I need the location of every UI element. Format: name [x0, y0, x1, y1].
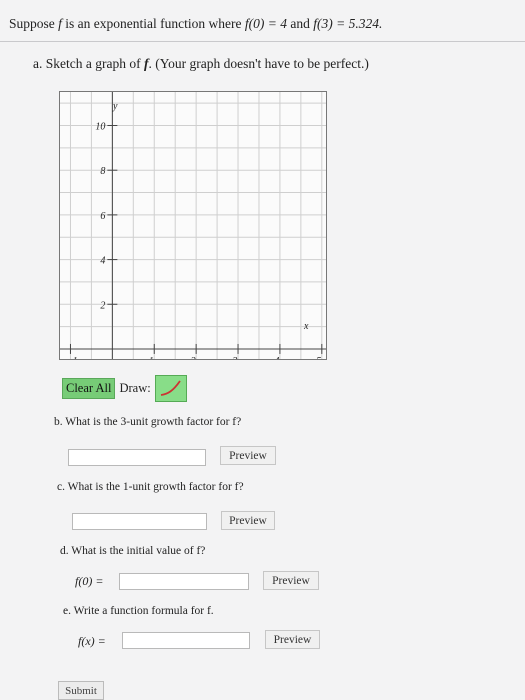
curve-tool-button[interactable] — [154, 374, 187, 402]
x-tick-label: -1 — [69, 356, 77, 359]
part-c-answer-input[interactable] — [72, 513, 207, 530]
part-e-question: e. Write a function formula for f. — [63, 605, 214, 617]
problem-and: and — [286, 16, 314, 31]
draw-label: Draw: — [119, 380, 151, 395]
problem-middle: is an exponential function where — [61, 16, 245, 31]
y-tick-label: 2 — [100, 300, 105, 311]
part-a-prefix: a. Sketch a graph of — [33, 56, 144, 71]
part-a-suffix: . (Your graph doesn't have to be perfect… — [148, 56, 369, 71]
part-b-preview-button[interactable]: Preview — [220, 446, 276, 465]
part-b-answer-input[interactable] — [68, 449, 206, 466]
problem-prefix: Suppose — [9, 16, 59, 31]
y-axis-label: y — [112, 101, 118, 112]
x-axis-label: x — [303, 321, 309, 332]
problem-condition-2: f(3) = 5.324. — [313, 16, 383, 31]
x-tick-label: 1 — [149, 356, 154, 359]
part-d-answer-input[interactable] — [119, 573, 249, 590]
graph-svg[interactable]: y x 10 8 6 4 2 -1 1 2 3 4 5 — [60, 92, 326, 359]
header-divider — [0, 41, 525, 42]
part-e-preview-button[interactable]: Preview — [265, 630, 320, 649]
graph-canvas[interactable]: y x 10 8 6 4 2 -1 1 2 3 4 5 — [59, 91, 327, 360]
clear-all-button[interactable]: Clear All — [62, 377, 116, 399]
submit-button[interactable]: Submit — [58, 681, 104, 700]
part-b-question: b. What is the 3-unit growth factor for … — [54, 416, 242, 428]
x-tick-label: 4 — [274, 356, 279, 359]
problem-condition-1: f(0) = 4 — [244, 16, 287, 31]
problem-statement: Suppose f is an exponential function whe… — [9, 16, 382, 32]
curve-tool-icon — [160, 380, 181, 396]
part-d-function-label: f(0) = — [75, 574, 104, 588]
part-d-question: d. What is the initial value of f? — [60, 545, 206, 557]
y-tick-label: 10 — [95, 122, 105, 133]
x-tick-label: 3 — [232, 356, 238, 359]
y-tick-label: 8 — [100, 166, 105, 177]
x-tick-label: 2 — [191, 356, 196, 359]
part-a-prompt: a. Sketch a graph of f. (Your graph does… — [33, 56, 369, 72]
graph-toolbar: Clear All Draw: — [62, 373, 187, 403]
part-c-preview-button[interactable]: Preview — [221, 511, 275, 530]
part-c-question: c. What is the 1-unit growth factor for … — [57, 481, 244, 493]
part-e-answer-input[interactable] — [122, 632, 250, 649]
part-e-function-label: f(x) = — [78, 634, 106, 648]
y-tick-label: 6 — [100, 211, 105, 222]
x-tick-label: 5 — [316, 356, 321, 359]
y-tick-label: 4 — [100, 256, 105, 267]
part-d-preview-button[interactable]: Preview — [263, 571, 319, 590]
